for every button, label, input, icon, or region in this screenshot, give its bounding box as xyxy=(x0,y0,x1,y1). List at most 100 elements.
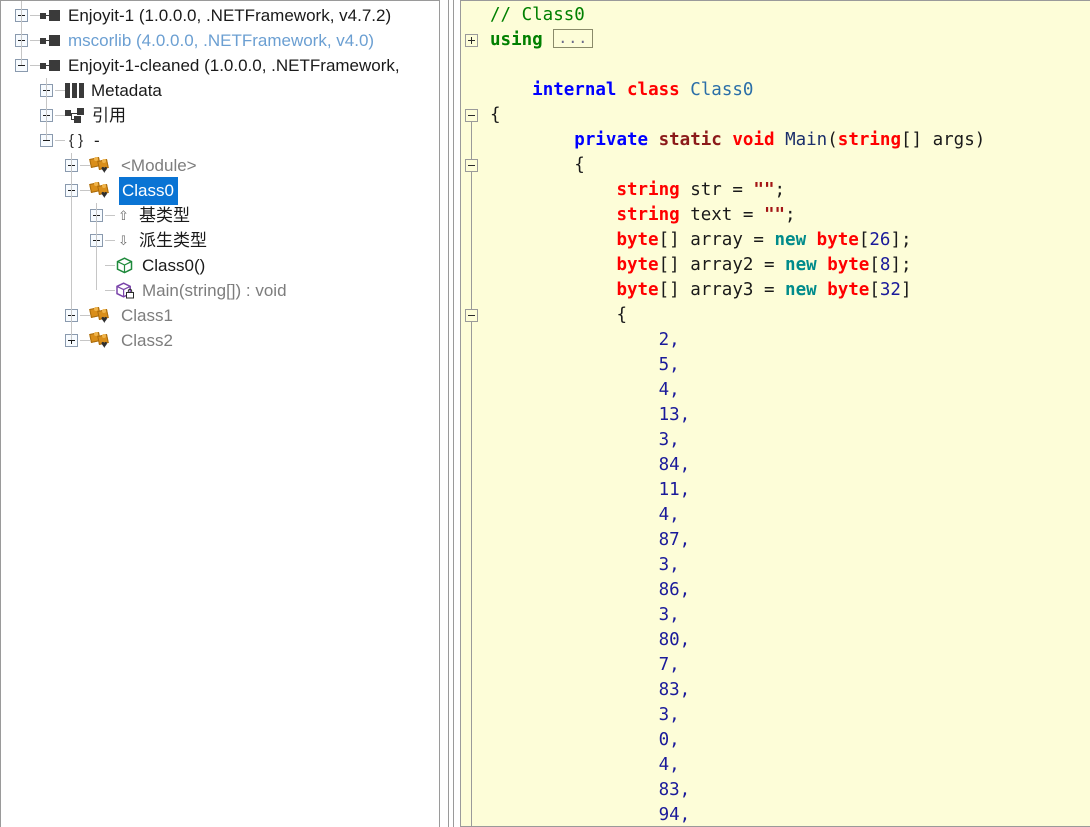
panel-splitter[interactable] xyxy=(440,0,460,827)
tree-item-asm-enjoyit1-cleaned[interactable]: Enjoyit-1-cleaned (1.0.0.0, .NETFramewor… xyxy=(1,53,439,78)
code-folding-margin[interactable] xyxy=(461,1,483,826)
tree-item-node-class0[interactable]: ♥ Class0 xyxy=(1,176,439,205)
code-token: 13, xyxy=(658,405,691,425)
tree-item-label: Main(string[]) : void xyxy=(142,281,287,300)
code-token: internal xyxy=(532,80,617,100)
splitter-bar[interactable] xyxy=(448,0,454,827)
code-token: byte xyxy=(816,230,859,250)
code-token: // Class0 xyxy=(490,5,585,25)
code-line: 5, xyxy=(483,353,1090,378)
assembly-tree-panel[interactable]: Enjoyit-1 (1.0.0.0, .NETFramework, v4.7.… xyxy=(0,0,440,827)
code-token: class xyxy=(627,80,680,100)
fold-collapsed-icon[interactable] xyxy=(465,34,478,47)
fold-guide-line xyxy=(471,172,472,309)
code-token: ( xyxy=(827,130,838,150)
code-token: ; xyxy=(774,180,786,200)
decompiled-code-panel[interactable]: // Class0 using ... internal class Class0… xyxy=(460,0,1090,827)
code-token: 86, xyxy=(658,580,691,600)
tree-connector xyxy=(80,328,90,353)
tree-item-node-main[interactable]: Main(string[]) : void xyxy=(1,278,439,303)
code-line: 13, xyxy=(483,403,1090,428)
tree-item-label: mscorlib (4.0.0.0, .NETFramework, v4.0) xyxy=(68,31,375,50)
tree-item-node-class2[interactable]: ♥ Class2 xyxy=(1,328,439,353)
tree-connector xyxy=(105,203,115,228)
fold-expanded-icon[interactable] xyxy=(465,309,478,322)
code-token: private xyxy=(574,130,649,150)
code-token: Main xyxy=(785,130,828,150)
tree-item-node-module[interactable]: ♥ <Module> xyxy=(1,153,439,178)
tree-item-label: 引用 xyxy=(92,106,126,125)
assembly-icon xyxy=(40,9,61,22)
code-token: byte xyxy=(616,280,659,300)
namespace-icon: { } xyxy=(68,132,84,149)
fold-expanded-icon[interactable] xyxy=(465,159,478,172)
code-line: 7, xyxy=(483,653,1090,678)
tree-item-node-namespace[interactable]: { } - xyxy=(1,128,439,153)
tree-item-asm-enjoyit1[interactable]: Enjoyit-1 (1.0.0.0, .NETFramework, v4.7.… xyxy=(1,3,439,28)
code-token: 5, xyxy=(658,355,680,375)
code-token: ]; xyxy=(890,230,912,250)
code-line: 3, xyxy=(483,603,1090,628)
code-token: ]; xyxy=(890,255,912,275)
tree-connector xyxy=(55,78,65,103)
class-icon: ♥ xyxy=(89,331,114,350)
collapsed-using-box[interactable]: ... xyxy=(553,29,594,48)
tree-connector xyxy=(30,53,40,78)
tree-item-node-ctor[interactable]: Class0() xyxy=(1,253,439,278)
tree-item-node-references[interactable]: 引用 xyxy=(1,103,439,128)
code-token: 11, xyxy=(658,480,691,500)
code-line: internal class Class0 xyxy=(483,78,1090,103)
tree-item-label: Class0() xyxy=(142,256,206,275)
tree-item-node-class1[interactable]: ♥ Class1 xyxy=(1,303,439,328)
code-token: 3, xyxy=(658,430,680,450)
tree-item-label: Class2 xyxy=(121,331,173,350)
code-token: 94, xyxy=(658,805,691,825)
tree-connector xyxy=(30,3,40,28)
code-token: byte xyxy=(827,280,870,300)
fold-expanded-icon[interactable] xyxy=(465,109,478,122)
tree-item-node-metadata[interactable]: Metadata xyxy=(1,78,439,103)
tree-item-node-derived-types[interactable]: ⇩ 派生类型 xyxy=(1,228,439,253)
constructor-cube-icon xyxy=(115,257,135,274)
code-token: 26 xyxy=(869,230,891,250)
code-line: 2, xyxy=(483,328,1090,353)
references-icon xyxy=(65,108,85,123)
tree-item-node-base-types[interactable]: ⇧ 基类型 xyxy=(1,203,439,228)
tree-item-label: Enjoyit-1 (1.0.0.0, .NETFramework, v4.7.… xyxy=(68,6,392,25)
tree-item-label: 派生类型 xyxy=(139,231,207,250)
code-token: string xyxy=(616,180,680,200)
assembly-tree[interactable]: Enjoyit-1 (1.0.0.0, .NETFramework, v4.7.… xyxy=(1,1,439,353)
tree-item-label: Metadata xyxy=(91,81,162,100)
code-line: 83, xyxy=(483,778,1090,803)
tree-connector xyxy=(105,278,115,303)
code-line: string str = ""; xyxy=(483,178,1090,203)
code-line: 4, xyxy=(483,378,1090,403)
tree-connector xyxy=(80,303,90,328)
code-text-area[interactable]: // Class0 using ... internal class Class0… xyxy=(483,1,1090,826)
code-token: text = xyxy=(679,205,764,225)
code-token: 4, xyxy=(658,380,680,400)
code-token: 32 xyxy=(879,280,901,300)
code-line: // Class0 xyxy=(483,3,1090,28)
metadata-icon xyxy=(65,83,84,98)
code-token: ] xyxy=(900,280,912,300)
tree-connector xyxy=(55,103,65,128)
tree-item-asm-mscorlib[interactable]: mscorlib (4.0.0.0, .NETFramework, v4.0) xyxy=(1,28,439,53)
code-token: 8 xyxy=(879,255,891,275)
code-token: 3, xyxy=(658,555,680,575)
